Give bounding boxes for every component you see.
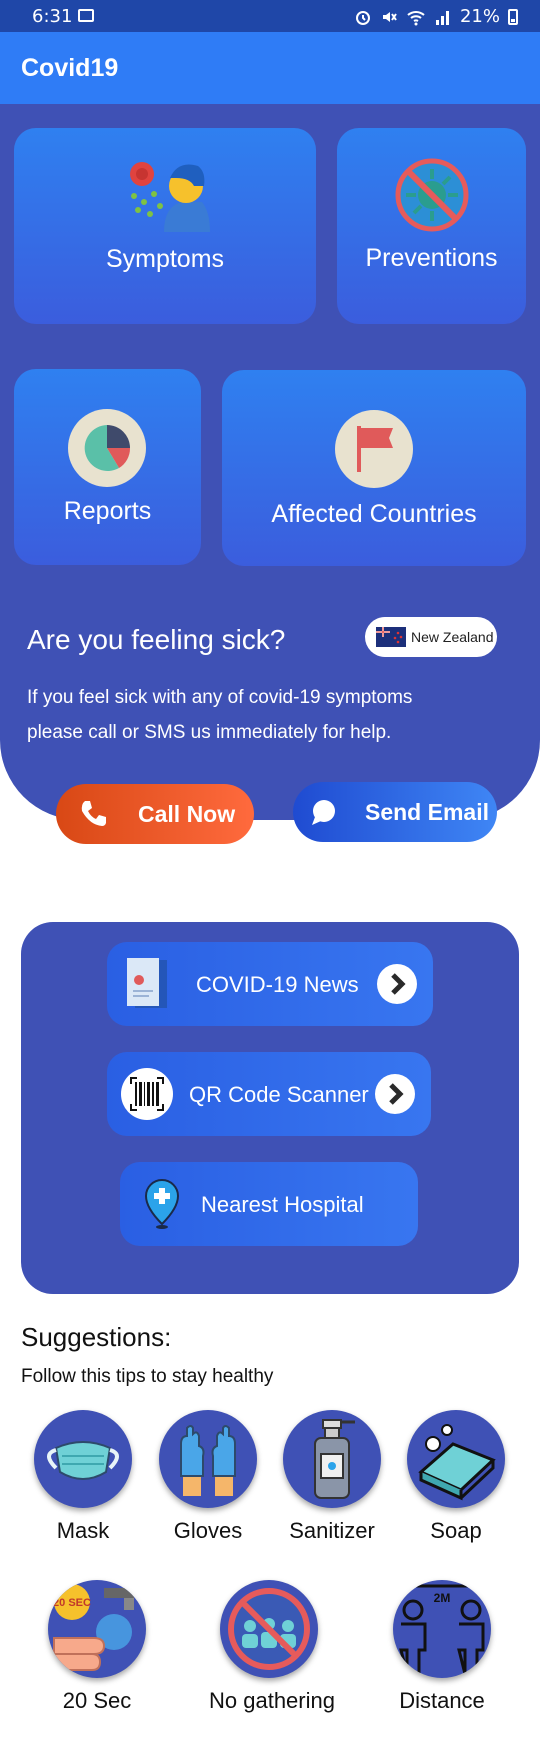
battery-icon (508, 8, 518, 25)
no-gathering-icon (228, 1588, 310, 1670)
sanitizer-bottle-icon (314, 1419, 355, 1499)
tip-gloves-label: Gloves (173, 1518, 243, 1543)
tip-distance-label: Distance (399, 1688, 485, 1713)
phone-icon (81, 801, 106, 826)
chevron-right-icon (375, 1074, 415, 1114)
symptoms-label: Symptoms (105, 245, 225, 273)
tip-soap[interactable]: Soap (396, 1410, 516, 1544)
battery-level: 21% (459, 6, 500, 27)
preventions-label: Preventions (365, 244, 498, 272)
preventions-card[interactable]: Preventions (337, 128, 526, 324)
sec-badge-text: 20 SEC (53, 1597, 91, 1609)
signal-icon (435, 10, 449, 25)
tip-sanitizer[interactable]: Sanitizer (272, 1410, 392, 1544)
country-selector[interactable]: New Zealand (365, 617, 497, 657)
app-title: Covid19 (21, 54, 119, 82)
wifi-icon (407, 10, 425, 25)
news-document-icon (127, 958, 167, 1008)
affected-countries-card[interactable]: Affected Countries (222, 370, 526, 566)
chat-bubble-icon (312, 800, 335, 825)
tip-distance-circle: 2M (393, 1580, 491, 1678)
symptoms-card[interactable]: Symptoms (14, 128, 316, 324)
tip-20-sec-circle: 20 SEC (48, 1580, 146, 1678)
covid-news-button[interactable]: COVID-19 News (107, 942, 433, 1026)
pie-chart-icon (68, 409, 146, 487)
social-distance-icon: 2M (399, 1582, 485, 1675)
tip-sanitizer-circle (283, 1410, 381, 1508)
tip-20-sec[interactable]: 20 SEC 20 Sec (37, 1580, 157, 1714)
covid-news-label: COVID-19 News (196, 972, 359, 997)
barcode-icon (121, 1068, 173, 1120)
location-pin-icon (144, 1178, 180, 1229)
nearest-hospital-button[interactable]: Nearest Hospital (120, 1162, 418, 1246)
distance-badge-text: 2M (434, 1591, 451, 1605)
reports-card[interactable]: Reports (14, 369, 201, 565)
call-now-button[interactable]: Call Now (56, 784, 254, 844)
tip-gloves[interactable]: Gloves (148, 1410, 268, 1544)
symptoms-icon (130, 162, 210, 232)
tip-mask-label: Mask (56, 1518, 110, 1543)
tip-no-gathering[interactable]: No gathering (209, 1580, 335, 1714)
tip-sanitizer-label: Sanitizer (289, 1518, 375, 1543)
status-time: 6:31 (32, 6, 73, 27)
send-email-button[interactable]: Send Email (293, 782, 497, 842)
flag-icon (335, 410, 413, 488)
app-bar: Covid19 (0, 32, 540, 104)
tip-mask-circle (34, 1410, 132, 1508)
chevron-right-icon (377, 964, 417, 1004)
hand-washing-icon: 20 SEC (53, 1584, 134, 1671)
tip-mask[interactable]: Mask (23, 1410, 143, 1544)
suggestions-title: Suggestions: (21, 1322, 172, 1352)
nearest-hospital-label: Nearest Hospital (201, 1192, 364, 1217)
mute-icon (382, 11, 397, 22)
sick-title: Are you feeling sick? (27, 624, 286, 655)
quick-links-panel: COVID-19 News QR Code Scanner Nearest Ho… (21, 922, 519, 1294)
gloves-icon (180, 1425, 236, 1496)
mask-icon (47, 1441, 119, 1480)
tip-soap-label: Soap (430, 1518, 482, 1543)
qr-scanner-label: QR Code Scanner (189, 1082, 369, 1107)
alarm-icon (355, 10, 370, 25)
tip-20-sec-label: 20 Sec (62, 1688, 132, 1713)
status-icons: 21% (354, 6, 518, 27)
image-notification-icon (78, 9, 94, 22)
tip-no-gathering-label: No gathering (209, 1688, 335, 1713)
tip-soap-circle (407, 1410, 505, 1508)
affected-countries-label: Affected Countries (271, 500, 477, 528)
qr-scanner-button[interactable]: QR Code Scanner (107, 1052, 431, 1136)
tip-no-gathering-circle (220, 1580, 318, 1678)
status-bar: 6:31 21% (0, 0, 540, 32)
reports-label: Reports (63, 497, 152, 525)
sick-description: If you feel sick with any of covid-19 sy… (27, 687, 413, 743)
suggestions-subtitle: Follow this tips to stay healthy (21, 1366, 274, 1387)
call-now-label: Call Now (138, 801, 236, 827)
send-email-label: Send Email (365, 799, 489, 825)
tip-distance[interactable]: 2M Distance (382, 1580, 502, 1714)
country-name: New Zealand (411, 629, 494, 645)
soap-icon (418, 1424, 496, 1501)
new-zealand-flag-icon (376, 627, 406, 647)
tip-gloves-circle (159, 1410, 257, 1508)
no-virus-icon (395, 158, 469, 232)
